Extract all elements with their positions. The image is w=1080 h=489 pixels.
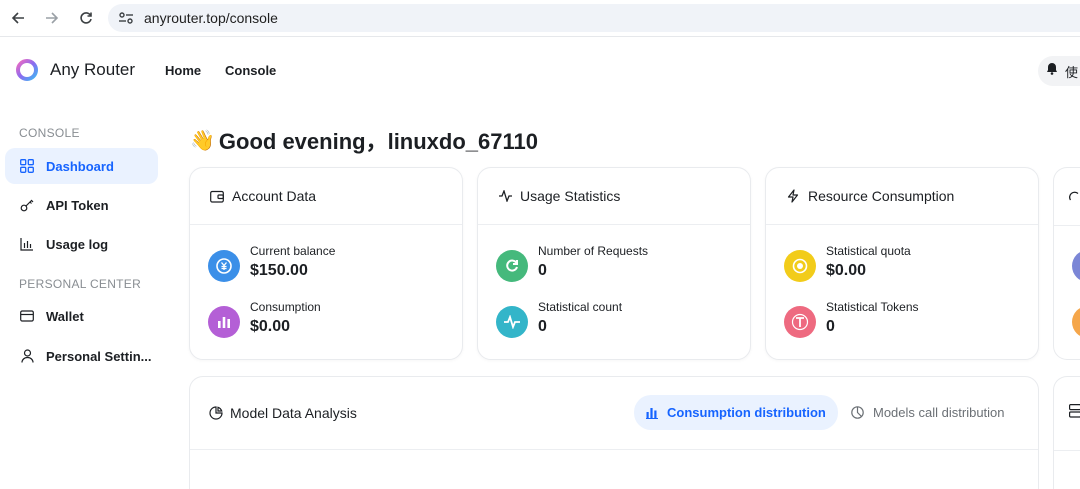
- stat-number-of-requests: Number of Requests 0: [496, 244, 648, 282]
- yen-coin-icon: [208, 250, 240, 282]
- sidebar-item-label: Wallet: [46, 308, 84, 324]
- card-title: Account Data: [232, 188, 317, 204]
- address-bar[interactable]: anyrouter.top/console: [108, 4, 1080, 32]
- stat-current-balance: Current balance $150.00: [208, 244, 335, 282]
- notification-button[interactable]: 使: [1038, 56, 1080, 86]
- greeting-text: Good evening，linuxdo_67110: [218, 129, 538, 154]
- tab-consumption-distribution[interactable]: Consumption distribution: [634, 395, 838, 430]
- bar-chart-icon: [208, 306, 240, 338]
- notification-text: 使: [1065, 64, 1079, 80]
- sidebar-item-label: Dashboard: [46, 158, 114, 174]
- stat-icon-partial: [1072, 250, 1080, 282]
- logo-icon[interactable]: [16, 59, 38, 81]
- stat-label: Current balance: [250, 244, 336, 258]
- pie-chart-icon: [851, 406, 864, 419]
- stat-label: Consumption: [250, 300, 321, 314]
- forward-icon[interactable]: [42, 8, 62, 28]
- stat-label: Statistical Tokens: [826, 300, 919, 314]
- wave-icon: 👋: [190, 129, 215, 152]
- nav-console[interactable]: Console: [225, 63, 276, 78]
- brand-name[interactable]: Any Router: [50, 60, 135, 80]
- resource-consumption-card: Resource Consumption Statistical quota $…: [765, 167, 1039, 360]
- reload-icon[interactable]: [76, 8, 96, 28]
- card-header: Resource Consumption: [766, 168, 1038, 225]
- stat-label: Number of Requests: [538, 244, 649, 258]
- stat-icon-partial: [1072, 306, 1080, 338]
- sidebar-item-label: Personal Settin...: [46, 348, 152, 364]
- tab-models-call-distribution[interactable]: Models call distribution: [839, 395, 1017, 430]
- card-title: Usage Statistics: [520, 188, 621, 204]
- sidebar-section-console: CONSOLE: [19, 126, 80, 140]
- nav-home[interactable]: Home: [165, 63, 201, 78]
- analysis-title-text: Model Data Analysis: [230, 405, 357, 421]
- stat-value: $150.00: [250, 262, 308, 279]
- coin-icon: [784, 250, 816, 282]
- stat-statistical-tokens: Statistical Tokens 0: [784, 300, 919, 338]
- bell-icon: [1046, 62, 1058, 80]
- t-letter-icon: [784, 306, 816, 338]
- site-info-icon[interactable]: [118, 11, 134, 30]
- stat-statistical-quota: Statistical quota $0.00: [784, 244, 911, 282]
- stat-value: $0.00: [250, 318, 291, 335]
- card-header: Usage Statistics: [478, 168, 750, 225]
- pulse-icon: [496, 306, 528, 338]
- back-icon[interactable]: [8, 8, 28, 28]
- analysis-header: Model Data Analysis Consumption distribu…: [190, 377, 1038, 450]
- sidebar-item-label: Usage log: [46, 236, 109, 252]
- stat-value: 0: [538, 318, 547, 335]
- account-data-card: Account Data Current balance $150.00 Con…: [189, 167, 463, 360]
- stat-value: 0: [538, 262, 547, 279]
- sidebar-section-personal: PERSONAL CENTER: [19, 277, 142, 291]
- user-icon: [19, 348, 35, 364]
- stat-value: $0.00: [826, 262, 867, 279]
- app-header: Any Router Home Console 使: [0, 38, 1080, 103]
- sidebar-item-usage-log[interactable]: Usage log: [5, 226, 158, 262]
- bar-chart-icon: [646, 407, 658, 419]
- model-data-analysis-panel: Model Data Analysis Consumption distribu…: [189, 376, 1039, 489]
- greeting: 👋 Good evening，linuxdo_67110: [190, 124, 538, 156]
- card-title: Resource Consumption: [808, 188, 955, 204]
- pie-chart-icon: [209, 406, 223, 420]
- sidebar-item-label: API Token: [46, 197, 109, 213]
- tab-label: Consumption distribution: [667, 405, 826, 420]
- gauge-icon: [1069, 190, 1080, 208]
- wallet-card-icon: [209, 188, 225, 204]
- stat-label: Statistical count: [538, 300, 623, 314]
- sidebar-item-dashboard[interactable]: Dashboard: [5, 148, 158, 184]
- lightning-icon: [785, 188, 801, 204]
- stat-value: 0: [826, 318, 835, 335]
- browser-toolbar: anyrouter.top/console: [0, 0, 1080, 37]
- usage-statistics-card: Usage Statistics Number of Requests 0 St…: [477, 167, 751, 360]
- refresh-icon: [496, 250, 528, 282]
- pulse-icon: [497, 188, 513, 204]
- partial-card: [1053, 167, 1080, 360]
- list-icon: [1069, 404, 1080, 423]
- url-text[interactable]: anyrouter.top/console: [144, 10, 278, 26]
- sidebar-item-personal-settings[interactable]: Personal Settin...: [5, 338, 158, 374]
- card-header: Account Data: [190, 168, 462, 225]
- key-icon: [19, 197, 35, 213]
- bar-chart-icon: [19, 236, 35, 252]
- wallet-icon: [19, 308, 35, 324]
- analysis-title: Model Data Analysis: [209, 405, 357, 421]
- sidebar: CONSOLE Dashboard API Token Usage log PE…: [0, 103, 170, 489]
- stat-label: Statistical quota: [826, 244, 911, 258]
- stat-consumption: Consumption $0.00: [208, 300, 321, 338]
- sidebar-item-wallet[interactable]: Wallet: [5, 298, 158, 334]
- sidebar-item-api-token[interactable]: API Token: [5, 187, 158, 223]
- stat-statistical-count: Statistical count 0: [496, 300, 622, 338]
- dashboard-icon: [19, 158, 35, 174]
- tab-label: Models call distribution: [873, 405, 1005, 420]
- partial-panel: [1053, 376, 1080, 489]
